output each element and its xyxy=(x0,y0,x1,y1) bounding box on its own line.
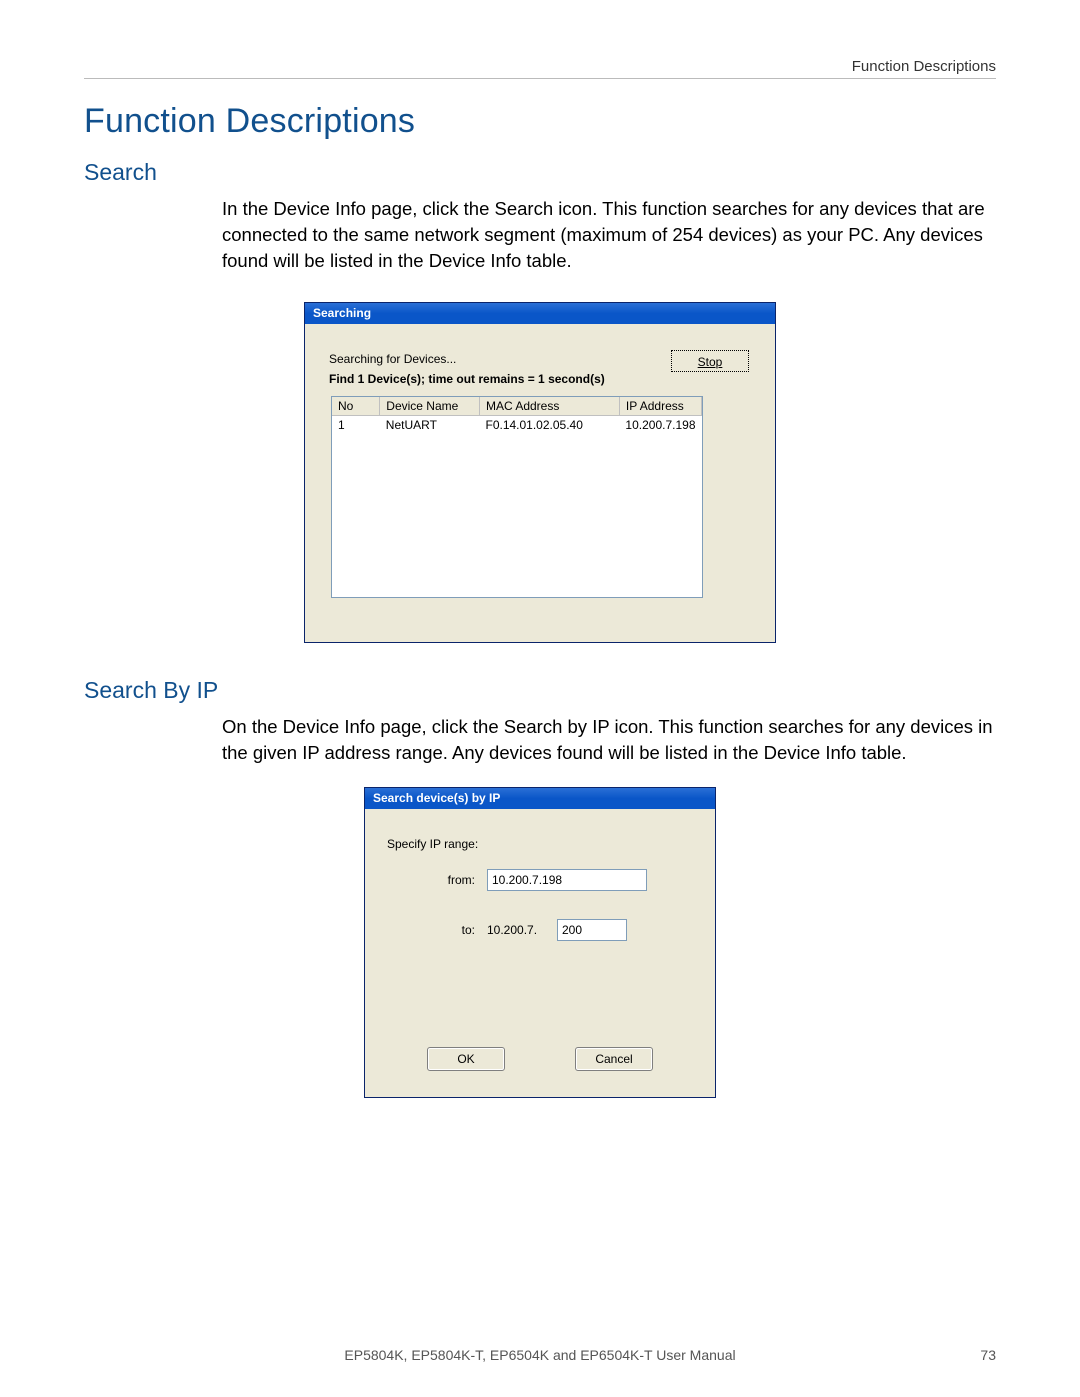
searching-dialog: Searching Stop Searching for Devices... … xyxy=(304,302,776,643)
cell-ip: 10.200.7.198 xyxy=(619,415,701,434)
cell-mac: F0.14.01.02.05.40 xyxy=(479,415,619,434)
section-heading-search-by-ip: Search By IP xyxy=(84,677,996,704)
figure-searching-dialog: Searching Stop Searching for Devices... … xyxy=(84,274,996,643)
to-label: to: xyxy=(425,923,475,937)
device-list: No Device Name MAC Address IP Address 1 … xyxy=(331,396,703,598)
figure-search-by-ip-dialog: Search device(s) by IP Specify IP range:… xyxy=(84,765,996,1098)
from-label: from: xyxy=(425,873,475,887)
search-by-ip-dialog: Search device(s) by IP Specify IP range:… xyxy=(364,787,716,1098)
searching-status-line2: Find 1 Device(s); time out remains = 1 s… xyxy=(329,372,751,386)
cell-no: 1 xyxy=(332,415,380,434)
col-no[interactable]: No xyxy=(332,397,380,416)
searching-dialog-title: Searching xyxy=(305,303,775,324)
ip-to-input[interactable] xyxy=(557,919,627,941)
ip-from-input[interactable] xyxy=(487,869,647,891)
stop-button[interactable]: Stop xyxy=(671,350,749,372)
to-row: to: 10.200.7. xyxy=(425,919,693,941)
footer-doc-title: EP5804K, EP5804K-T, EP6504K and EP6504K-… xyxy=(84,1347,996,1363)
to-prefix: 10.200.7. xyxy=(487,923,557,937)
header-divider xyxy=(84,78,996,79)
device-table-header-row: No Device Name MAC Address IP Address xyxy=(332,397,702,416)
device-table: No Device Name MAC Address IP Address 1 … xyxy=(332,397,702,434)
section-body-search-by-ip: On the Device Info page, click the Searc… xyxy=(222,714,996,766)
searching-dialog-body: Stop Searching for Devices... Find 1 Dev… xyxy=(305,324,775,642)
from-row: from: xyxy=(425,869,693,891)
footer-page-number: 73 xyxy=(980,1347,996,1363)
search-by-ip-dialog-title: Search device(s) by IP xyxy=(365,788,715,809)
cancel-button[interactable]: Cancel xyxy=(575,1047,653,1071)
section-body-search: In the Device Info page, click the Searc… xyxy=(222,196,996,274)
ok-button[interactable]: OK xyxy=(427,1047,505,1071)
page-title: Function Descriptions xyxy=(84,102,996,141)
manual-page: Function Descriptions Function Descripti… xyxy=(0,0,1080,1397)
main-content: Function Descriptions Search In the Devi… xyxy=(84,102,996,1098)
header-section-name: Function Descriptions xyxy=(852,58,996,75)
table-row[interactable]: 1 NetUART F0.14.01.02.05.40 10.200.7.198 xyxy=(332,415,702,434)
col-device-name[interactable]: Device Name xyxy=(380,397,480,416)
search-by-ip-dialog-body: Specify IP range: from: to: 10.200.7. OK… xyxy=(365,809,715,1097)
cell-name: NetUART xyxy=(380,415,480,434)
specify-ip-range-label: Specify IP range: xyxy=(387,837,693,851)
section-heading-search: Search xyxy=(84,159,996,186)
col-ip[interactable]: IP Address xyxy=(619,397,701,416)
dialog-buttons: OK Cancel xyxy=(365,1047,715,1071)
col-mac[interactable]: MAC Address xyxy=(479,397,619,416)
